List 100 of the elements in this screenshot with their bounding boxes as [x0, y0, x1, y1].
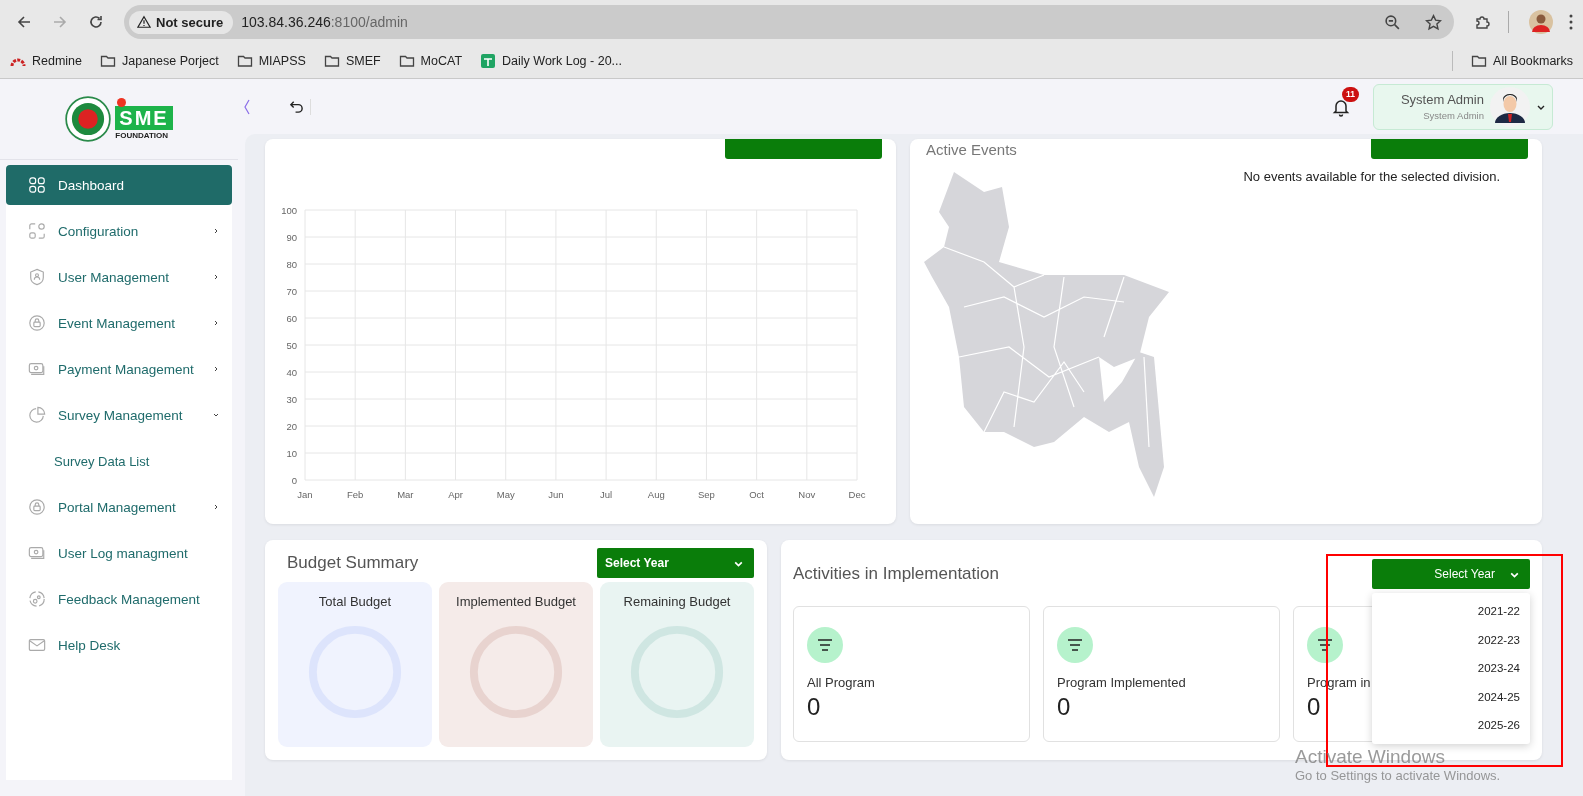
x-tick-label: Mar — [397, 489, 414, 500]
card-title: Budget Summary — [287, 553, 419, 573]
avatar — [1490, 86, 1530, 127]
sidebar-item[interactable]: User Management — [6, 257, 232, 297]
list-icon — [1307, 627, 1343, 663]
url-text: 103.84.36.246:8100/admin — [241, 14, 409, 30]
y-tick-label: 30 — [286, 393, 297, 405]
y-tick-label: 100 — [281, 204, 297, 216]
sidebar-item[interactable]: Survey Management — [6, 395, 232, 435]
list-icon — [807, 627, 843, 663]
x-tick-label: Jul — [600, 489, 613, 500]
dropdown-option[interactable]: 2025-26 — [1372, 711, 1530, 740]
y-tick-label: 0 — [291, 474, 297, 486]
activation-hint: Go to Settings to activate Windows. — [1295, 768, 1501, 783]
sidebar-item[interactable]: Event Management — [6, 303, 232, 343]
folder-icon — [236, 53, 253, 69]
bookmark[interactable]: Redmine — [10, 53, 83, 69]
tile-label: Remaining Budget — [623, 594, 731, 609]
y-tick-label: 80 — [286, 258, 297, 270]
bookmark[interactable]: SMEF — [323, 53, 381, 69]
profile-avatar[interactable] — [1529, 10, 1553, 34]
logo-mark: SME — [115, 106, 173, 130]
dropdown-option[interactable]: 2023-24 — [1372, 654, 1530, 683]
sheet-icon — [480, 53, 497, 69]
zoom-icon[interactable] — [1384, 13, 1401, 31]
y-tick-label: 40 — [286, 366, 297, 378]
y-tick-label: 70 — [286, 285, 297, 297]
year-select[interactable]: Select Year — [1372, 559, 1530, 589]
card-title: Activities in Implementation — [793, 564, 999, 584]
bookmark[interactable]: MoCAT — [398, 53, 463, 69]
tile-label: Implemented Budget — [456, 594, 576, 609]
undo-icon[interactable] — [289, 99, 304, 114]
x-tick-label: Apr — [448, 489, 463, 500]
logo-dot — [117, 98, 127, 107]
y-tick-label: 20 — [286, 420, 297, 432]
security-chip[interactable]: Not secure — [129, 10, 234, 34]
x-tick-label: Oct — [749, 489, 765, 500]
folder-icon — [398, 53, 415, 69]
user-menu[interactable]: System Admin System Admin — [1373, 83, 1553, 130]
y-tick-label: 60 — [286, 312, 297, 324]
card-title: Active Events — [926, 140, 1017, 158]
x-tick-label: Jan — [297, 489, 313, 500]
squares-icon — [28, 222, 46, 240]
notification-badge: 11 — [1342, 86, 1359, 102]
lock-icon — [28, 498, 46, 516]
x-tick-label: May — [496, 489, 515, 500]
bookmark[interactable]: Daily Work Log - 20... — [480, 53, 622, 69]
ring-icon — [467, 623, 565, 721]
reload-icon[interactable] — [88, 14, 104, 30]
x-tick-label: Sep — [698, 489, 715, 500]
more-icon[interactable] — [1569, 14, 1573, 30]
shield-icon — [28, 268, 46, 286]
stat-value: 0 — [1307, 693, 1321, 721]
tile-label: Total Budget — [318, 594, 392, 609]
x-tick-label: Nov — [798, 489, 816, 500]
list-icon — [1057, 627, 1093, 663]
ring-icon — [628, 623, 726, 721]
stat-value: 0 — [807, 693, 821, 721]
circle-icon — [28, 590, 46, 608]
warning-icon — [137, 15, 151, 29]
bookmark[interactable]: MIAPSS — [236, 53, 306, 69]
lock-icon — [28, 314, 46, 332]
bookmark[interactable]: Japanese Porject — [100, 53, 219, 69]
collapse-icon[interactable] — [243, 97, 251, 116]
banknote-icon — [28, 360, 46, 378]
sidebar-item[interactable]: User Log managment — [6, 533, 232, 573]
sidebar-item[interactable]: Configuration — [6, 211, 232, 251]
sidebar-item[interactable]: Portal Management — [6, 487, 232, 527]
year-select[interactable]: Select Year — [597, 548, 754, 578]
dropdown-option[interactable]: 2022-23 — [1372, 625, 1530, 654]
logo-caption: FOUNDATION — [115, 131, 169, 140]
x-tick-label: Dec — [848, 489, 866, 500]
banknote-icon — [28, 544, 46, 562]
stat-label: All Program — [807, 675, 875, 690]
folder-icon — [323, 53, 340, 69]
sidebar-item[interactable]: Feedback Management — [6, 579, 232, 619]
address-bar[interactable]: Not secure 103.84.36.246:8100/admin — [124, 5, 1454, 39]
y-tick-label: 50 — [286, 339, 297, 351]
grid-icon — [28, 176, 46, 194]
folder-icon — [1471, 53, 1488, 69]
puzzle-icon[interactable] — [1474, 14, 1490, 30]
sidebar-item[interactable]: Help Desk — [6, 625, 232, 665]
dropdown-option[interactable]: 2024-25 — [1372, 682, 1530, 711]
y-tick-label: 90 — [286, 231, 297, 243]
y-tick-label: 10 — [286, 447, 297, 459]
emblem-icon — [65, 96, 112, 142]
star-icon[interactable] — [1425, 13, 1442, 31]
empty-message: No events available for the selected division. — [1242, 169, 1500, 186]
stat-value: 0 — [1057, 693, 1071, 721]
folder-icon — [100, 53, 117, 69]
sidebar-item[interactable]: Payment Management — [6, 349, 232, 389]
back-icon[interactable] — [16, 14, 32, 30]
sidebar-item[interactable]: Dashboard — [6, 165, 232, 205]
x-tick-label: Feb — [347, 489, 364, 500]
x-tick-label: Jun — [548, 489, 564, 500]
mail-icon — [28, 636, 46, 654]
stat-label: Program Implemented — [1057, 675, 1186, 690]
dropdown-option[interactable]: 2021-22 — [1372, 597, 1530, 626]
sidebar-subitem[interactable]: Survey Data List — [6, 441, 232, 481]
bookmark[interactable]: All Bookmarks — [1471, 53, 1573, 69]
